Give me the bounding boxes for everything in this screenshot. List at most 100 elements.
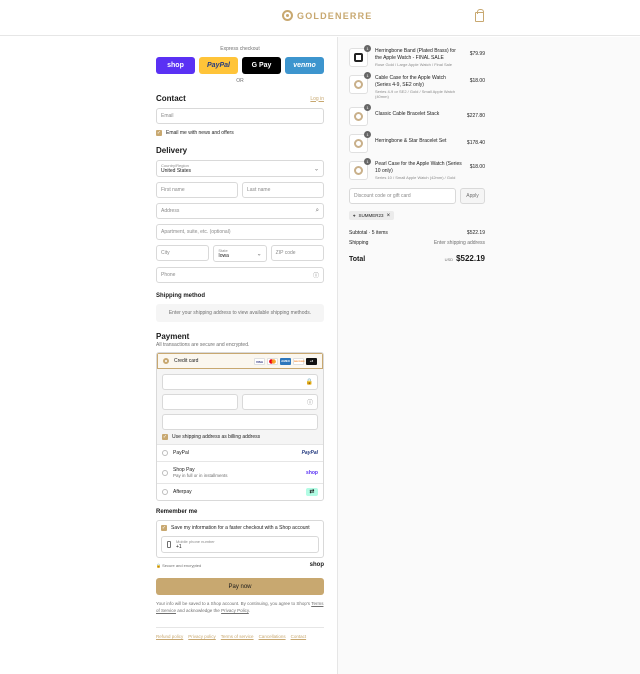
product-thumbnail: 1 <box>349 158 371 180</box>
item-price: $178.40 <box>466 140 485 146</box>
apply-button[interactable]: Apply <box>460 188 485 204</box>
news-checkbox-row[interactable]: ✓ Email me with news and offers <box>156 130 324 136</box>
afterpay-icon: ⇄ <box>306 488 318 496</box>
mobile-phone-field[interactable]: Mobile phone number +1 <box>161 536 319 553</box>
payment-subtitle: All transactions are secure and encrypte… <box>156 342 250 348</box>
billing-checkbox-row[interactable]: ✓ Use shipping address as billing addres… <box>162 434 318 440</box>
save-info-checkbox[interactable]: ✓ <box>161 525 167 531</box>
product-thumbnail: 1 <box>349 104 371 126</box>
item-variant: Rose Gold / Large Apple Watch / Final Sa… <box>375 62 453 67</box>
watch-case-icon <box>354 80 363 89</box>
shop-pay-option[interactable]: Shop Pay Pay in full or in installments … <box>157 461 323 483</box>
card-logos: VISA AMEX DISCOVER +3 <box>254 358 317 365</box>
address-field[interactable]: Address ⌕ <box>156 203 324 219</box>
contact-title: Contact <box>156 94 186 103</box>
expiry-field[interactable] <box>162 394 238 410</box>
state-select[interactable]: State Iowa ⌄ <box>213 245 267 262</box>
total-value: $522.19 <box>456 254 485 263</box>
state-value: Iowa <box>218 253 229 259</box>
refund-policy-link[interactable]: Refund policy <box>156 634 183 639</box>
help-icon[interactable]: ⓘ <box>307 398 313 407</box>
paypal-radio[interactable] <box>162 450 168 456</box>
shop-pay-radio[interactable] <box>162 469 168 476</box>
country-select[interactable]: Country/Region United States ⌄ <box>156 160 324 177</box>
credit-card-label: Credit card <box>174 358 199 364</box>
venmo-button[interactable]: venmo <box>285 57 324 74</box>
cancellations-link[interactable]: Cancellations <box>259 634 286 639</box>
security-code-field[interactable]: ⓘ <box>242 394 318 410</box>
brand-name: GOLDENERRE <box>297 10 373 21</box>
billing-checkbox[interactable]: ✓ <box>162 434 168 440</box>
last-name-field[interactable]: Last name <box>242 182 324 198</box>
terms-of-service-link[interactable]: Terms of service <box>221 634 254 639</box>
quantity-badge: 1 <box>364 45 371 52</box>
first-name-field[interactable]: First name <box>156 182 238 198</box>
first-name-placeholder: First name <box>161 187 185 193</box>
phone-field[interactable]: Phone ⓘ <box>156 267 324 283</box>
subtotal-row: Subtotal · 5 items $522.19 <box>349 230 485 236</box>
shop-pay-button[interactable]: shop <box>156 57 195 74</box>
brand-logo[interactable]: GOLDENERRE <box>282 10 373 21</box>
name-on-card-field[interactable] <box>162 414 318 430</box>
subtotal-value: $522.19 <box>466 230 485 236</box>
credit-card-radio[interactable] <box>163 358 169 364</box>
remember-title: Remember me <box>156 509 198 515</box>
lock-icon: 🔒 <box>305 379 313 386</box>
billing-label: Use shipping address as billing address <box>172 434 261 440</box>
privacy-link[interactable]: Privacy Policy <box>221 608 249 613</box>
card-number-field[interactable]: 🔒 <box>162 374 318 390</box>
credit-card-option[interactable]: Credit card VISA AMEX DISCOVER +3 <box>157 353 323 369</box>
discover-icon: DISCOVER <box>293 358 304 365</box>
afterpay-option[interactable]: Afterpay ⇄ <box>157 483 323 500</box>
item-info: Cable Case for the Apple Watch (Series 4… <box>375 75 463 99</box>
payment-title: Payment <box>156 332 190 341</box>
item-name: Pearl Case for the Apple Watch (Series 1… <box>375 161 462 174</box>
express-checkout-buttons: shop PayPal G Pay venmo <box>156 57 324 74</box>
afterpay-radio[interactable] <box>162 489 168 495</box>
zip-placeholder: ZIP code <box>275 250 296 256</box>
shopping-bag-icon[interactable] <box>475 9 484 22</box>
or-divider: OR <box>236 78 244 84</box>
card-fields: 🔒 ⓘ ✓ Use shipping address as billing ad… <box>157 369 323 444</box>
remove-discount-icon[interactable]: × <box>387 213 391 219</box>
news-checkbox[interactable]: ✓ <box>156 130 162 136</box>
phone-placeholder: Phone <box>161 272 176 278</box>
applied-discount-tag: ⌖ SUMMER23 × <box>349 211 395 220</box>
legal-text: Your info will be saved to a Shop accoun… <box>156 600 324 614</box>
save-info-label: Save my information for a faster checkou… <box>171 525 310 531</box>
tag-icon: ⌖ <box>353 213 356 218</box>
discount-input[interactable]: Discount code or gift card <box>349 188 456 204</box>
delivery-title: Delivery <box>156 146 188 155</box>
express-checkout-title: Express checkout <box>220 46 260 52</box>
email-field[interactable]: Email <box>156 108 324 124</box>
zip-field[interactable]: ZIP code <box>270 245 324 261</box>
legal-end: . <box>248 608 251 613</box>
shipping-method-title: Shipping method <box>156 293 205 299</box>
cart-item: 1 Herringbone Band (Plated Brass) for th… <box>349 45 485 67</box>
item-name: Herringbone & Star Bracelet Set <box>375 138 447 144</box>
help-icon[interactable]: ⓘ <box>313 271 319 280</box>
contact-link[interactable]: Contact <box>291 634 307 639</box>
quantity-badge: 1 <box>364 131 371 138</box>
order-summary: 1 Herringbone Band (Plated Brass) for th… <box>349 45 485 263</box>
city-field[interactable]: City <box>156 245 210 261</box>
product-thumbnail: 1 <box>349 131 371 153</box>
paypal-button[interactable]: PayPal <box>199 57 238 74</box>
secure-text: 🔒 Secure and encrypted <box>156 562 202 568</box>
shipping-value: Enter shipping address <box>433 240 485 246</box>
chevron-down-icon: ⌄ <box>256 251 262 257</box>
apartment-field[interactable]: Apartment, suite, etc. (optional) <box>156 224 324 240</box>
paypal-option[interactable]: PayPal PayPal <box>157 444 323 461</box>
login-link[interactable]: Log in <box>310 96 324 102</box>
item-price: $227.80 <box>466 113 485 119</box>
pay-now-button[interactable]: Pay now <box>156 578 324 595</box>
discount-placeholder: Discount code or gift card <box>354 193 411 199</box>
subtotal-label: Subtotal · 5 items <box>349 230 388 236</box>
save-info-row[interactable]: ✓ Save my information for a faster check… <box>161 525 319 531</box>
header: GOLDENERRE <box>0 0 640 36</box>
cart-item: 1 Herringbone & Star Bracelet Set $178.4… <box>349 131 485 153</box>
privacy-policy-link[interactable]: Privacy policy <box>188 634 216 639</box>
watch-case-icon <box>354 166 363 175</box>
google-pay-button[interactable]: G Pay <box>242 57 281 74</box>
cart-item: 1 Cable Case for the Apple Watch (Series… <box>349 72 485 99</box>
